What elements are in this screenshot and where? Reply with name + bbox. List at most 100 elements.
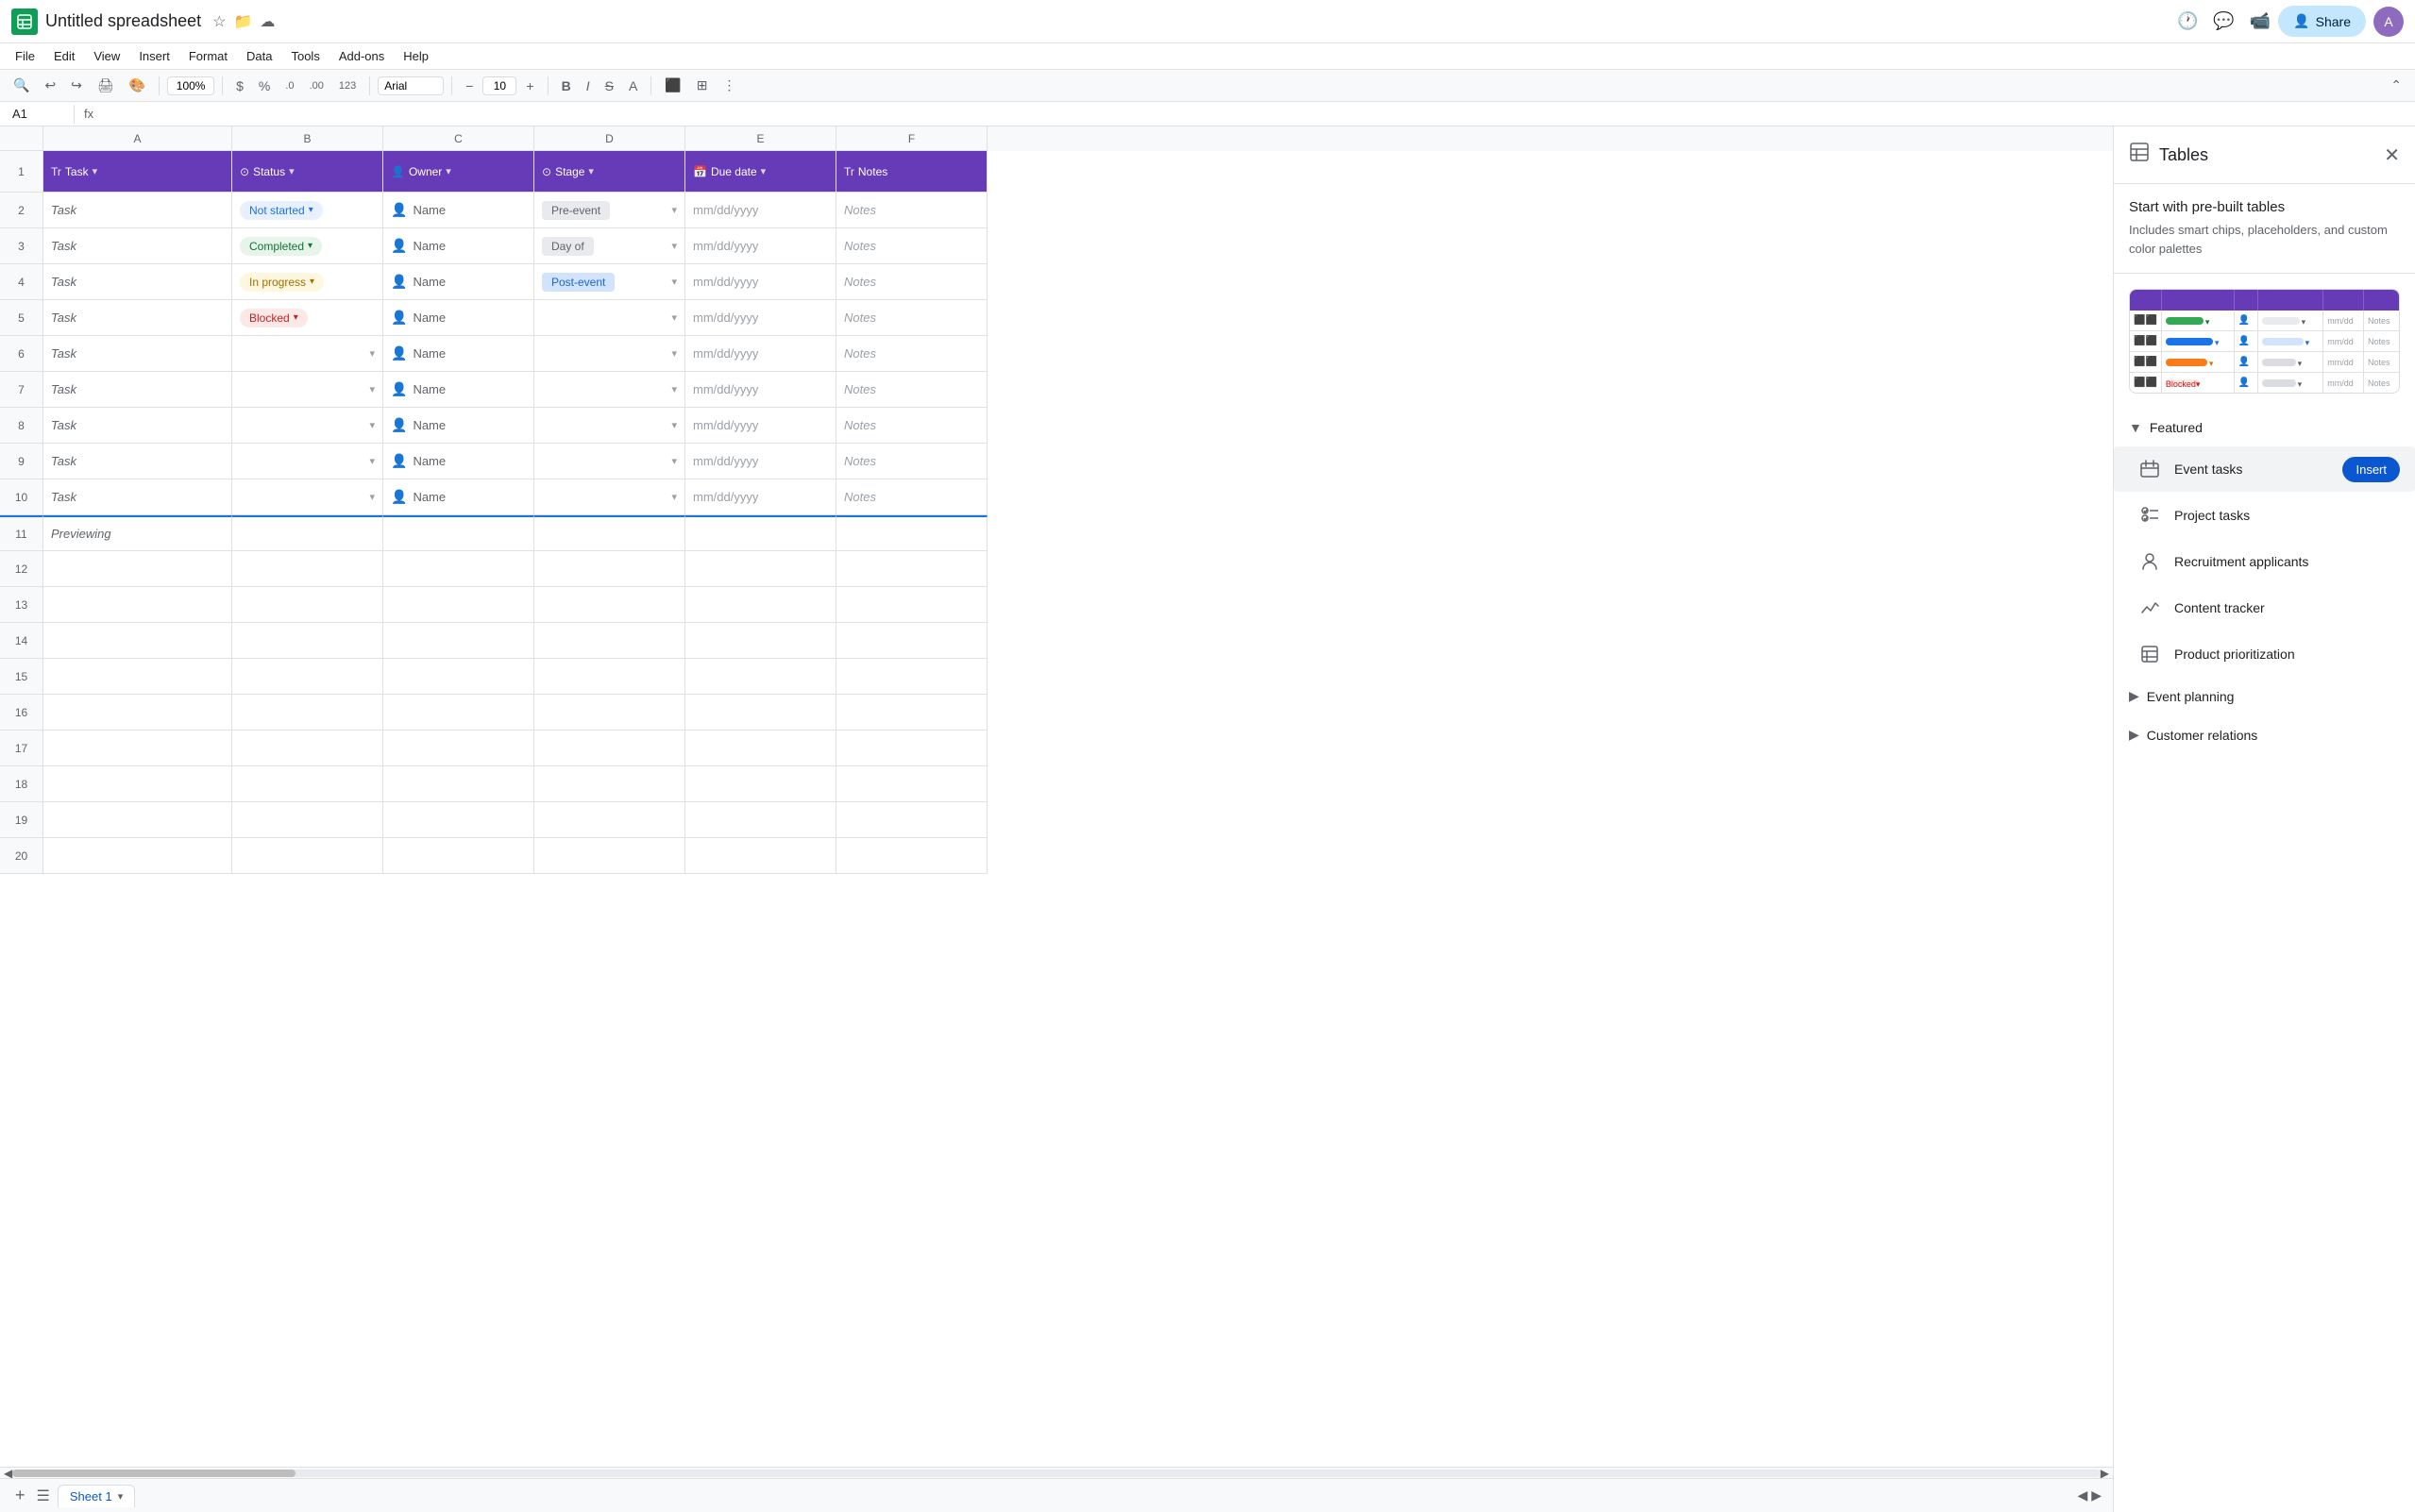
history-icon[interactable]: 🕐 (2177, 11, 2198, 31)
cell-b12[interactable] (232, 551, 383, 587)
cell-b14[interactable] (232, 623, 383, 659)
cell-b5[interactable]: Blocked ▾ (232, 300, 383, 336)
cell-d20[interactable] (534, 838, 685, 874)
cell-f5[interactable]: Notes (836, 300, 988, 336)
event-planning-section-header[interactable]: ▶ Event planning (2114, 677, 2415, 715)
cell-c6[interactable]: 👤Name (383, 336, 534, 372)
cell-a19[interactable] (43, 802, 232, 838)
cell-a13[interactable] (43, 587, 232, 623)
row-num-9[interactable]: 9 (0, 444, 43, 479)
cell-f7[interactable]: Notes (836, 372, 988, 408)
cell-b15[interactable] (232, 659, 383, 695)
share-button[interactable]: 👤 Share (2278, 6, 2366, 37)
cell-a4[interactable]: Task (43, 264, 232, 300)
cell-a11[interactable]: Previewing (43, 515, 232, 551)
cell-d15[interactable] (534, 659, 685, 695)
more-options-button[interactable]: ⋮ (717, 74, 741, 97)
cell-c11[interactable] (383, 515, 534, 551)
grid-container[interactable]: A B C D E F 1 Tr Task ▾ (0, 126, 2113, 1467)
font-decrease-button[interactable]: − (460, 75, 479, 97)
scroll-track[interactable] (12, 1470, 2101, 1477)
product-prioritization-item[interactable]: Product prioritization Insert (2114, 630, 2415, 677)
cell-c4[interactable]: 👤Name (383, 264, 534, 300)
cell-b16[interactable] (232, 695, 383, 731)
row-num-20[interactable]: 20 (0, 838, 43, 874)
row-num-16[interactable]: 16 (0, 695, 43, 731)
cell-a10[interactable]: Task (43, 479, 232, 515)
row-num-3[interactable]: 3 (0, 228, 43, 264)
cell-d13[interactable] (534, 587, 685, 623)
cell-b1[interactable]: ⊙ Status ▾ (232, 151, 383, 193)
strikethrough-button[interactable]: S (600, 75, 619, 97)
cell-e10[interactable]: mm/dd/yyyy (685, 479, 836, 515)
cell-b2[interactable]: Not started ▾ (232, 193, 383, 228)
search-button[interactable]: 🔍 (8, 74, 35, 97)
cell-e7[interactable]: mm/dd/yyyy (685, 372, 836, 408)
sheet-menu-button[interactable]: ☰ (37, 1487, 50, 1505)
col-a-dropdown[interactable]: ▾ (93, 165, 98, 177)
cell-e1[interactable]: 📅 Due date ▾ (685, 151, 836, 193)
col-d-dropdown[interactable]: ▾ (588, 165, 594, 177)
fill-color-button[interactable]: ⬛ (659, 74, 686, 97)
cell-c1[interactable]: 👤 Owner ▾ (383, 151, 534, 193)
row-num-8[interactable]: 8 (0, 408, 43, 444)
cell-d6[interactable]: ▾ (534, 336, 685, 372)
cell-e8[interactable]: mm/dd/yyyy (685, 408, 836, 444)
col-c-dropdown[interactable]: ▾ (446, 165, 451, 177)
cell-f12[interactable] (836, 551, 988, 587)
row-num-19[interactable]: 19 (0, 802, 43, 838)
horizontal-scrollbar[interactable]: ◀ ▶ (0, 1467, 2113, 1478)
project-tasks-item[interactable]: Project tasks Insert (2114, 492, 2415, 538)
collapse-toolbar-button[interactable]: ⌃ (2385, 74, 2407, 97)
event-tasks-insert-button[interactable]: Insert (2342, 457, 2400, 482)
italic-button[interactable]: I (581, 75, 596, 97)
row-num-11[interactable]: 11 (0, 515, 43, 551)
cell-f19[interactable] (836, 802, 988, 838)
cell-a12[interactable] (43, 551, 232, 587)
cell-b6[interactable]: ▾ (232, 336, 383, 372)
cloud-icon[interactable]: ☁ (260, 12, 275, 31)
row-num-13[interactable]: 13 (0, 587, 43, 623)
cell-c8[interactable]: 👤Name (383, 408, 534, 444)
cell-d8[interactable]: ▾ (534, 408, 685, 444)
row-num-15[interactable]: 15 (0, 659, 43, 695)
col-e-dropdown[interactable]: ▾ (761, 165, 767, 177)
cell-a2[interactable]: Task (43, 193, 232, 228)
cell-f4[interactable]: Notes (836, 264, 988, 300)
cell-e6[interactable]: mm/dd/yyyy (685, 336, 836, 372)
cell-e18[interactable] (685, 766, 836, 802)
cell-e15[interactable] (685, 659, 836, 695)
cell-f14[interactable] (836, 623, 988, 659)
scroll-next[interactable]: ▶ (2091, 1487, 2102, 1504)
cell-a8[interactable]: Task (43, 408, 232, 444)
col-header-b[interactable]: B (232, 126, 383, 151)
cell-d10[interactable]: ▾ (534, 479, 685, 515)
formula-input[interactable] (99, 105, 2407, 123)
cell-c10[interactable]: 👤Name (383, 479, 534, 515)
cell-a18[interactable] (43, 766, 232, 802)
menu-data[interactable]: Data (239, 45, 279, 67)
cell-e17[interactable] (685, 731, 836, 766)
cell-c15[interactable] (383, 659, 534, 695)
cell-c9[interactable]: 👤Name (383, 444, 534, 479)
cell-d16[interactable] (534, 695, 685, 731)
row-num-7[interactable]: 7 (0, 372, 43, 408)
paint-format-button[interactable]: 🎨 (124, 74, 151, 97)
cell-b8[interactable]: ▾ (232, 408, 383, 444)
video-icon[interactable]: 📹 (2250, 11, 2271, 31)
menu-help[interactable]: Help (396, 45, 436, 67)
cell-f20[interactable] (836, 838, 988, 874)
row-num-10[interactable]: 10 (0, 479, 43, 515)
menu-edit[interactable]: Edit (46, 45, 82, 67)
cell-a3[interactable]: Task (43, 228, 232, 264)
cell-d3[interactable]: Day of▾ (534, 228, 685, 264)
menu-addons[interactable]: Add-ons (331, 45, 392, 67)
row-num-4[interactable]: 4 (0, 264, 43, 300)
cell-c2[interactable]: 👤Name (383, 193, 534, 228)
print-button[interactable]: 🖨 (92, 74, 120, 97)
cell-e20[interactable] (685, 838, 836, 874)
event-tasks-item[interactable]: Event tasks Insert (2114, 446, 2415, 492)
cell-d11[interactable] (534, 515, 685, 551)
cell-b7[interactable]: ▾ (232, 372, 383, 408)
undo-button[interactable]: ↩ (39, 74, 61, 97)
